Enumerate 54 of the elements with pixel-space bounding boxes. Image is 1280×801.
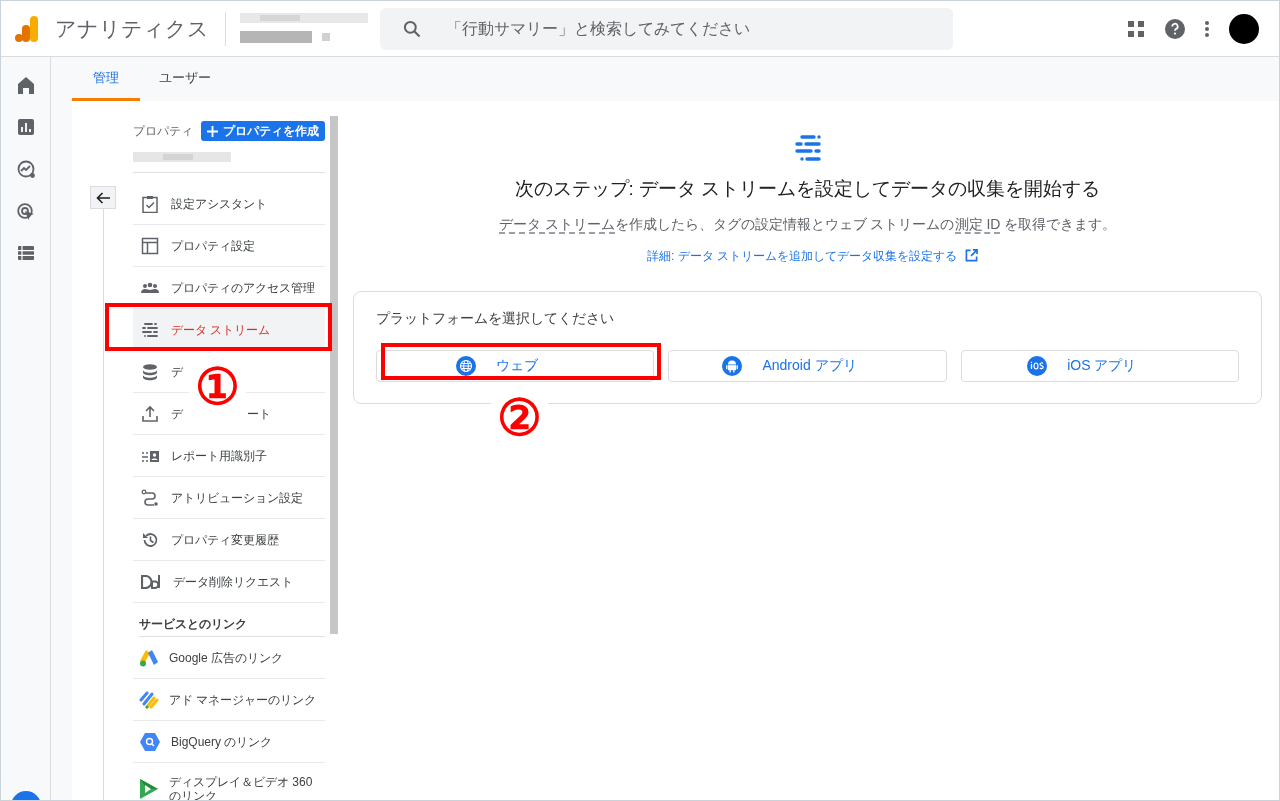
nav-item[interactable]: レポート用識別子 <box>133 435 325 477</box>
help-icon[interactable] <box>1165 18 1185 39</box>
analytics-logo-icon <box>15 15 39 42</box>
nav-item[interactable]: プロパティ変更履歴 <box>133 519 325 561</box>
card-title: プラットフォームを選択してください <box>376 308 615 328</box>
search-icon <box>402 18 422 39</box>
back-button[interactable] <box>90 186 116 209</box>
back-arrow-icon <box>96 191 110 204</box>
triangle-logo-icon <box>139 648 159 667</box>
clipboard-check-icon <box>141 194 159 213</box>
letters-icon <box>141 574 161 589</box>
link-item[interactable]: BigQuery のリンク <box>133 721 325 763</box>
upload-icon <box>141 404 159 423</box>
plus-icon <box>207 125 218 137</box>
layout-icon <box>141 236 159 255</box>
link-item[interactable]: Google 広告のリンク <box>133 637 325 679</box>
avatar[interactable] <box>1229 13 1259 44</box>
property-label: プロパティ <box>133 123 193 140</box>
tab[interactable]: ユーザー <box>140 57 230 101</box>
route-icon <box>141 488 159 507</box>
more-icon[interactable] <box>1205 20 1209 37</box>
platform-button[interactable]: ウェブ <box>376 349 655 382</box>
target-cursor-icon[interactable] <box>16 203 35 221</box>
nav-item[interactable]: データ削除リクエスト <box>133 561 325 603</box>
scrollbar[interactable] <box>330 116 338 634</box>
nav-item[interactable]: アトリビューション設定 <box>133 477 325 519</box>
platform-button[interactable]: Android アプリ <box>668 349 947 382</box>
nav-item[interactable]: プロパティ設定 <box>133 225 325 267</box>
search-field[interactable]: 「行動サマリー」と検索してみてください <box>380 7 953 50</box>
create-property-button[interactable]: プロパティを作成 <box>201 121 325 141</box>
search-input: 「行動サマリー」と検索してみてください <box>446 16 926 41</box>
link-item[interactable]: アド マネージャーのリンク <box>133 679 325 721</box>
external-link-icon <box>965 249 978 262</box>
data-stream-icon <box>141 320 159 339</box>
data-stream-icon <box>793 135 822 161</box>
home-icon[interactable] <box>17 77 34 94</box>
apps-icon[interactable] <box>1127 19 1145 38</box>
history-icon <box>141 530 159 549</box>
list-icon[interactable] <box>17 246 34 260</box>
description: データ ストリームを作成したら、タグの設定情報とウェブ ストリームの測定 ID を取得できます。 <box>498 214 1117 235</box>
nav-item[interactable]: 設定アシスタント <box>133 183 325 225</box>
globe-icon <box>456 355 477 376</box>
platform-button[interactable]: iOS アプリ <box>960 349 1239 382</box>
hexagon-logo-icon <box>139 731 161 752</box>
trend-icon[interactable] <box>16 160 35 178</box>
bar-chart-icon[interactable] <box>17 119 34 135</box>
section-title: サービスとのリンク <box>139 615 325 637</box>
database-icon <box>141 362 159 381</box>
android-icon <box>722 355 743 376</box>
ios-badge-icon <box>1027 355 1048 376</box>
help-link[interactable]: 詳細: データ ストリームを追加してデータ収集を設定する <box>647 246 978 265</box>
stripes-logo-icon <box>139 690 159 709</box>
product-name: アナリティクス <box>55 15 209 42</box>
heading: 次のステップ: データ ストリームを設定してデータの収集を開始する <box>514 177 1101 201</box>
